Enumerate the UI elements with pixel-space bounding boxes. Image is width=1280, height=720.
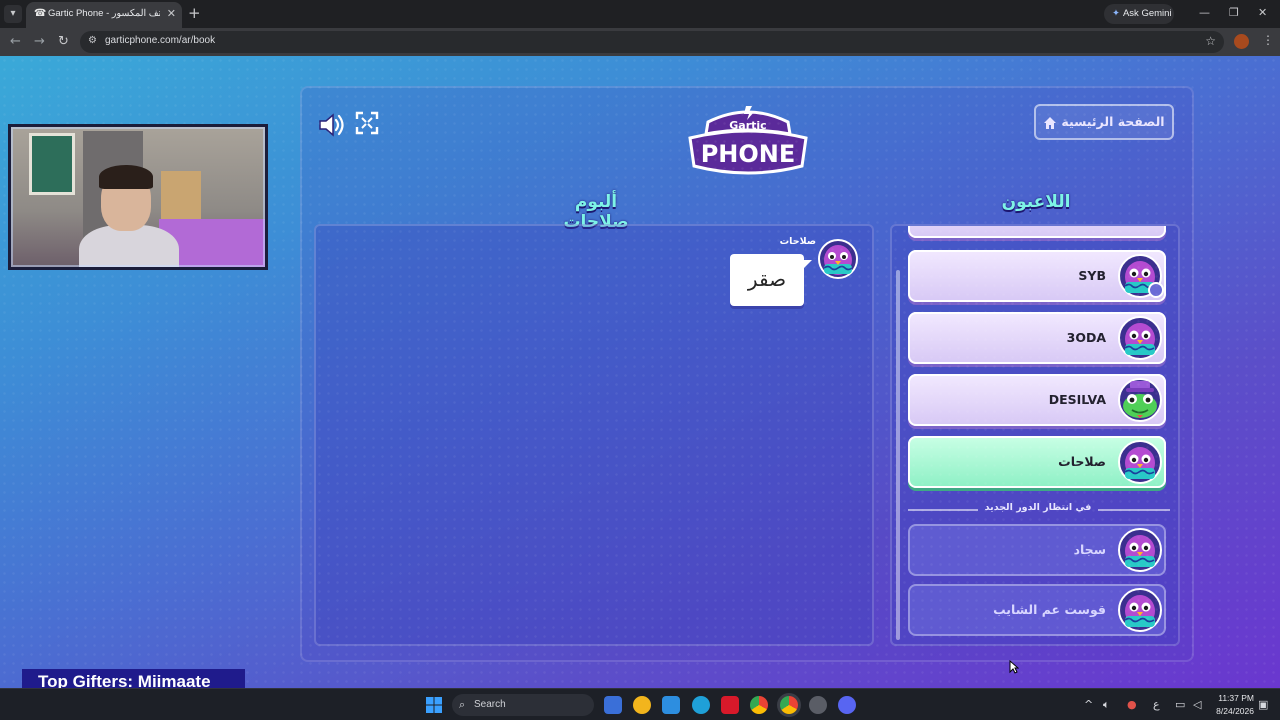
divider-line (1098, 509, 1170, 511)
minimize-icon[interactable]: — (1199, 6, 1210, 19)
players-heading: اللاعبون (1001, 192, 1071, 212)
chrome-icon[interactable] (750, 696, 768, 714)
divider-line (908, 509, 978, 511)
player-card-3oda[interactable]: 3ODA (908, 312, 1166, 364)
address-bar[interactable]: ⚙ garticphone.com/ar/book ☆ (80, 31, 1224, 53)
tab-favicon-icon: ☎ (34, 8, 47, 19)
home-button[interactable]: الصفحة الرئيسية (1034, 104, 1174, 140)
clock-date: 8/24/2026 (1216, 706, 1254, 716)
player-name: سجاد (1073, 542, 1106, 557)
home-button-label: الصفحة الرئيسية (1061, 114, 1165, 129)
app-icon-yellow[interactable] (633, 696, 651, 714)
bird-avatar-icon (818, 239, 858, 279)
site-info-icon[interactable]: ⚙ (88, 35, 97, 46)
tab-list-icon[interactable]: ▾ (4, 5, 22, 23)
album-author-name: صلاحات (779, 236, 816, 247)
players-panel: SYB 3ODA DESILVA صلاحات في انتظار الدور … (890, 224, 1180, 646)
browser-tab-strip: ▾ ☎ Gartic Phone - الهاتف المكسور ✕ + ✦A… (0, 0, 1280, 28)
album-text-bubble: صقر (730, 254, 812, 306)
webcam-frame (11, 127, 265, 267)
edge-icon[interactable] (692, 696, 710, 714)
host-badge-icon (1148, 282, 1164, 298)
app-icon-gray[interactable] (809, 696, 827, 714)
waiting-label: في انتظار الدور الجديد (984, 502, 1092, 513)
top-gifters-banner: Top Gifters: Miimaate (22, 669, 245, 688)
logo-top-text: Gartic (729, 119, 766, 132)
player-card-syb[interactable]: SYB (908, 250, 1166, 302)
browser-toolbar: ← → ↻ ⚙ garticphone.com/ar/book ☆ (0, 28, 1280, 56)
player-card-desilva[interactable]: DESILVA (908, 374, 1166, 426)
search-icon: ⌕ (459, 699, 466, 711)
url-text[interactable]: garticphone.com/ar/book (105, 35, 215, 46)
reload-icon[interactable]: ↻ (58, 34, 69, 49)
taskbar-clock[interactable]: 11:37 PM 8/24/2026 (1210, 692, 1254, 718)
sound-icon[interactable] (316, 110, 346, 140)
bird-avatar-icon (1118, 440, 1162, 484)
game-page: Gartic PHONE الصفحة الرئيسية ألبوم صلاحا… (0, 56, 1280, 688)
waiting-player-card[interactable]: قوست عم الشايب (908, 584, 1166, 636)
logo-main-text: PHONE (701, 140, 796, 168)
player-name: SYB (1078, 268, 1106, 283)
player-name: صلاحات (1058, 454, 1106, 469)
restore-icon[interactable]: ❐ (1229, 6, 1239, 19)
players-scrollbar[interactable] (896, 270, 900, 640)
player-card-hidden (908, 226, 1166, 238)
bird-avatar-icon (1118, 254, 1162, 298)
bird-avatar-icon (1118, 316, 1162, 360)
forward-icon[interactable]: → (34, 34, 45, 49)
player-card-self[interactable]: صلاحات (908, 436, 1166, 488)
netflix-icon[interactable] (721, 696, 739, 714)
browser-tab[interactable]: ☎ Gartic Phone - الهاتف المكسور ✕ (26, 2, 182, 28)
tab-title: Gartic Phone - الهاتف المكسور (48, 8, 160, 19)
speaker-icon[interactable]: ◁ (1193, 698, 1201, 711)
menu-icon[interactable]: ⋮ (1262, 33, 1274, 47)
notification-icon[interactable]: ▣ (1258, 698, 1268, 711)
album-heading: ألبوم صلاحات (563, 192, 629, 232)
close-icon[interactable]: ✕ (167, 7, 176, 20)
mouse-cursor-icon (1009, 660, 1019, 674)
player-name: 3ODA (1066, 330, 1106, 345)
home-icon (1044, 116, 1057, 129)
album-panel: صلاحات صقر (314, 224, 874, 646)
frog-avatar-icon (1118, 378, 1162, 422)
player-name: قوست عم الشايب (993, 602, 1106, 617)
game-container: Gartic PHONE الصفحة الرئيسية ألبوم صلاحا… (300, 86, 1194, 662)
discord-icon[interactable] (838, 696, 856, 714)
star-icon[interactable]: ☆ (1205, 34, 1216, 48)
clock-time: 11:37 PM (1218, 693, 1254, 703)
chrome-active-icon[interactable] (780, 696, 798, 714)
ask-gemini-label: Ask Gemini (1122, 8, 1172, 19)
task-view-icon[interactable] (604, 696, 622, 714)
profile-icon[interactable] (1234, 34, 1249, 49)
windows-taskbar: ⌕ Search ^ 🔈︎ ● ع ▭ ◁ 11:37 PM 8/24/2026 … (0, 688, 1280, 720)
microphone-icon[interactable]: ● (1127, 698, 1137, 711)
gemini-sparkle-icon: ✦ (1112, 8, 1120, 19)
webcam-overlay (8, 124, 268, 270)
store-icon[interactable] (662, 696, 680, 714)
waiting-divider: في انتظار الدور الجديد (908, 502, 1170, 516)
ask-gemini-button[interactable]: ✦ Ask Gemini (1104, 4, 1174, 24)
waiting-player-card[interactable]: سجاد (908, 524, 1166, 576)
ime-indicator[interactable]: ع (1153, 698, 1160, 711)
gartic-phone-logo: Gartic PHONE (688, 106, 808, 175)
volume-icon[interactable]: 🔈︎ (1103, 698, 1110, 712)
bird-avatar-icon (1118, 528, 1162, 572)
network-icon[interactable]: ▭ (1175, 698, 1185, 711)
taskbar-search[interactable]: ⌕ Search (452, 694, 594, 716)
taskbar-search-label: Search (474, 699, 506, 710)
back-icon[interactable]: ← (10, 34, 21, 49)
tray-overflow-icon[interactable]: ^ (1084, 698, 1093, 711)
windows-start-icon[interactable] (426, 697, 442, 713)
bird-avatar-icon (1118, 588, 1162, 632)
fullscreen-icon[interactable] (354, 110, 380, 136)
player-name: DESILVA (1048, 392, 1106, 407)
close-window-icon[interactable]: ✕ (1258, 6, 1267, 19)
new-tab-button[interactable]: + (188, 4, 201, 22)
